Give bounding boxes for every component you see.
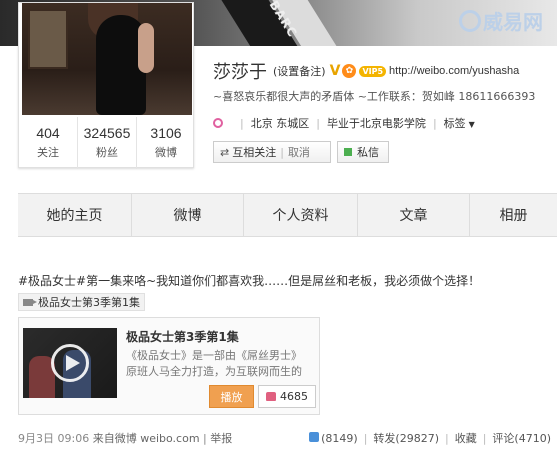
play-circle-icon[interactable] (51, 344, 89, 382)
message-label: 私信 (357, 146, 379, 159)
caret-down-icon: ▼ (468, 120, 475, 129)
watermark-logo-icon (459, 10, 481, 32)
profile-info-row: | 北京 东城区 | 毕业于北京电影学院 | 标签 ▼ (213, 115, 475, 131)
stat-following[interactable]: 404 关注 (19, 117, 78, 169)
divider: | (280, 145, 284, 159)
feed-post: #极品女士#第一集来咯~我知道你们都喜欢我……但是屌丝和老板，我必须做个选择！ … (0, 238, 557, 458)
mutual-follow-icon: ⇄ (220, 145, 230, 159)
video-camera-icon (23, 298, 37, 306)
tab-articles[interactable]: 文章 (358, 194, 470, 236)
stat-number: 324565 (83, 125, 131, 141)
video-title[interactable]: 极品女士第3季第1集 (126, 328, 239, 345)
profile-bio: ~喜怒哀乐都很大声的矛盾体 ~工作联系：贺如峰 18611666393 (213, 90, 536, 103)
video-desc-line: 原班人马全力打造，为互联网而生的 (126, 365, 302, 378)
video-link-tag[interactable]: 极品女士第3季第1集 (18, 293, 145, 311)
tab-profile-info[interactable]: 个人资料 (244, 194, 358, 236)
set-remark-link[interactable]: (设置备注) (273, 63, 326, 79)
divider: | (240, 116, 244, 130)
video-like-count: 4685 (280, 390, 308, 403)
unfollow-button[interactable]: 取消 (288, 144, 310, 160)
follow-status-button: ⇄ 互相关注 | 取消 (213, 141, 331, 163)
video-thumbnail[interactable] (23, 328, 117, 398)
message-icon (344, 148, 352, 156)
stat-label: 粉丝 (96, 146, 118, 159)
divider: | (432, 116, 437, 130)
vip-badge-icon[interactable]: VIP5 (359, 65, 387, 77)
video-desc-line: 《极品女士》是一部由《屌丝男士》 (126, 349, 302, 362)
profile-tabs: 她的主页 微博 个人资料 文章 相册 (18, 193, 557, 237)
stat-posts[interactable]: 3106 微博 (137, 117, 195, 169)
like-count: (8149) (321, 431, 358, 445)
watermark: 威易网 (459, 6, 543, 35)
stat-number: 3106 (150, 125, 182, 141)
divider: | (316, 116, 320, 130)
location-pin-icon (213, 118, 223, 128)
watermark-text: 威易网 (483, 12, 543, 34)
comment-action[interactable]: 评论(4710) (492, 430, 551, 446)
profile-url-link[interactable]: http://weibo.com/yushasha (389, 65, 519, 77)
verified-v-icon[interactable]: V (330, 63, 341, 79)
profile-card: 404 关注 324565 粉丝 3106 微博 (18, 2, 195, 169)
profile-location[interactable]: 北京 东城区 (251, 115, 310, 131)
weibo-member-icon[interactable]: ✿ (342, 64, 357, 78)
mutual-follow-label: 互相关注 (232, 146, 277, 159)
post-source[interactable]: 来自微博 weibo.com (93, 432, 200, 445)
repost-action[interactable]: 转发(29827) (373, 430, 439, 446)
avatar-bg (28, 9, 68, 69)
stat-number: 404 (36, 125, 60, 141)
avatar[interactable] (22, 3, 192, 115)
divider: | (482, 431, 487, 445)
like-action[interactable]: (8149) (309, 431, 358, 445)
post-time[interactable]: 9月3日 09:06 (18, 432, 89, 445)
video-link-label: 极品女士第3季第1集 (38, 296, 140, 309)
profile-stats: 404 关注 324565 粉丝 3106 微博 (19, 117, 195, 169)
play-button[interactable]: 播放 (209, 385, 254, 408)
video-like-button[interactable]: 4685 (258, 385, 316, 408)
avatar-arm (138, 23, 154, 73)
favorite-action[interactable]: 收藏 (455, 430, 477, 446)
message-button[interactable]: 私信 (337, 141, 389, 163)
stat-followers[interactable]: 324565 粉丝 (78, 117, 137, 169)
video-description: 《极品女士》是一部由《屌丝男士》 原班人马全力打造，为互联网而生的 (126, 348, 314, 380)
tab-weibo[interactable]: 微博 (132, 194, 244, 236)
post-actions: (8149) | 转发(29827) | 收藏 | 评论(4710) (309, 430, 551, 446)
profile-name-row: 莎莎于 (设置备注) V ✿ VIP5 http://weibo.com/yus… (213, 58, 519, 84)
like-icon (309, 431, 320, 442)
post-text: #极品女士#第一集来咯~我知道你们都喜欢我……但是屌丝和老板，我必须做个选择！ (18, 274, 481, 288)
divider: | (444, 431, 449, 445)
divider: | (363, 431, 368, 445)
tags-dropdown[interactable]: 标签 ▼ (444, 115, 475, 131)
profile-name: 莎莎于 (213, 62, 267, 83)
tab-albums[interactable]: 相册 (470, 194, 557, 236)
profile-school[interactable]: 毕业于北京电影学院 (327, 115, 426, 131)
stat-label: 微博 (155, 146, 177, 159)
stat-label: 关注 (37, 146, 59, 159)
tags-label: 标签 (443, 117, 466, 130)
tab-home[interactable]: 她的主页 (18, 194, 132, 236)
thumbs-up-icon (266, 392, 276, 401)
report-link[interactable]: 举报 (210, 432, 232, 445)
post-meta: 9月3日 09:06 来自微博 weibo.com | 举报 (18, 432, 233, 445)
video-card: 极品女士第3季第1集 《极品女士》是一部由《屌丝男士》 原班人马全力打造，为互联… (18, 317, 320, 415)
